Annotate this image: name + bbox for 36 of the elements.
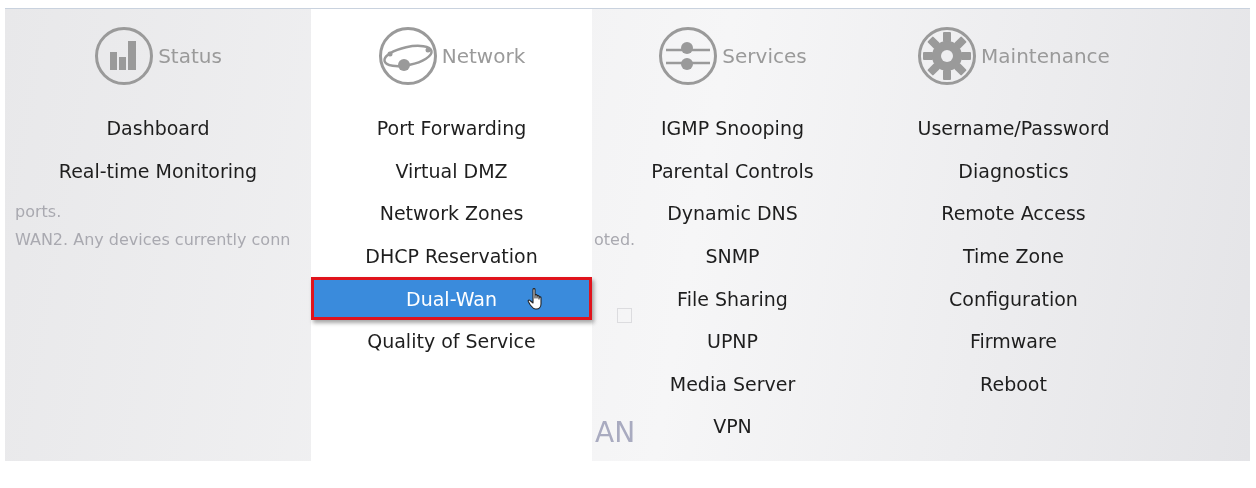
menu-item[interactable]: Firmware — [963, 319, 1064, 363]
menu-item[interactable]: Real-time Monitoring — [52, 149, 264, 193]
menu-item[interactable]: Quality of Service — [361, 319, 542, 363]
menu-item[interactable]: UPNP — [700, 319, 764, 363]
menu-item[interactable]: Media Server — [663, 362, 802, 406]
menu-heading: Network — [441, 44, 526, 68]
menu-item[interactable]: Dashboard — [100, 107, 216, 150]
menu-item[interactable]: Remote Access — [935, 192, 1092, 235]
menu-item[interactable]: SNMP — [699, 234, 766, 278]
menu-item[interactable]: Time Zone — [957, 234, 1070, 278]
menu-item[interactable]: File Sharing — [671, 277, 794, 320]
menu-item[interactable]: Virtual DMZ — [389, 149, 514, 193]
menu-item[interactable]: Network Zones — [373, 192, 530, 235]
settings-icon — [917, 26, 978, 86]
orbit-icon — [377, 26, 438, 86]
menu-item[interactable]: Port Forwarding — [370, 107, 533, 150]
menu-item[interactable]: Configuration — [943, 277, 1084, 320]
menu-item[interactable]: Reboot — [974, 362, 1053, 406]
menu-item[interactable]: Parental Controls — [645, 149, 820, 193]
menu-heading: Services — [722, 44, 807, 68]
page-text: ports. — [15, 201, 62, 221]
menu-item[interactable]: DHCP Reservation — [359, 234, 544, 278]
bar-chart-icon — [94, 26, 155, 86]
menu-item[interactable]: IGMP Snooping — [655, 107, 810, 150]
checkbox[interactable] — [617, 308, 632, 323]
menu-item[interactable]: Username/Password — [911, 107, 1116, 150]
menu-heading: Maintenance — [981, 44, 1110, 68]
menu-item[interactable]: Diagnostics — [952, 149, 1075, 193]
page-heading: AN — [595, 416, 636, 449]
page-text: oted. — [594, 229, 636, 249]
page-text: WAN2. Any devices currently conn — [15, 229, 291, 249]
menu-item[interactable]: Dual-Wan — [311, 277, 592, 320]
sliders-icon — [658, 26, 719, 86]
menu-item[interactable]: Dynamic DNS — [661, 192, 804, 235]
menu-item[interactable]: VPN — [707, 405, 758, 448]
menu-heading: Status — [158, 44, 222, 68]
